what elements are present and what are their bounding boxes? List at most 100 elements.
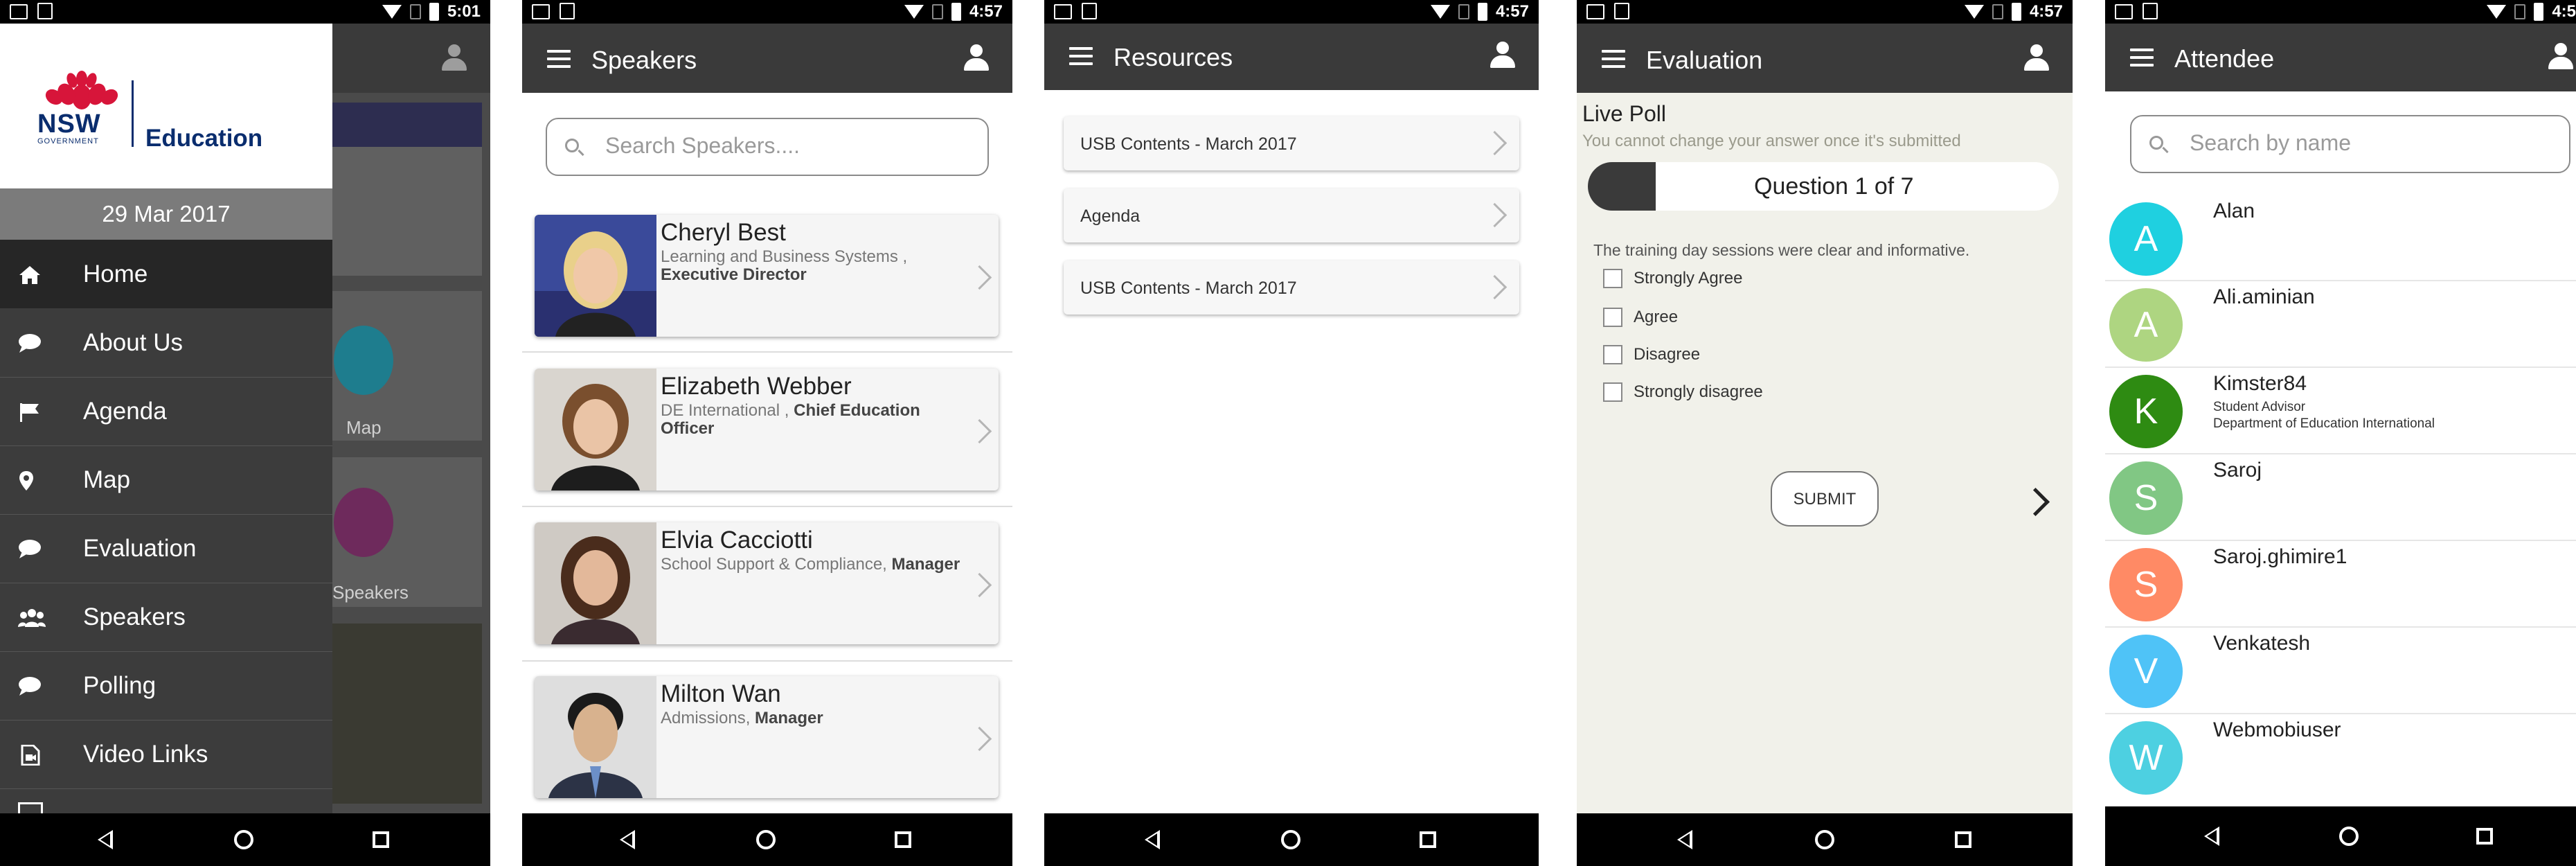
back-button[interactable] [600, 813, 655, 866]
background-tile [332, 147, 482, 276]
status-bar: 5:01 [0, 0, 490, 24]
attendee-name: Saroj.ghimire1 [2213, 545, 2347, 568]
attendee-row[interactable]: V Venkatesh [2105, 626, 2576, 712]
drawer-item-evaluation[interactable]: Evaluation [0, 514, 332, 583]
sim-notification-icon [560, 3, 575, 19]
image-notification-icon [2115, 4, 2133, 19]
profile-icon[interactable] [964, 44, 989, 72]
drawer-item-about-us[interactable]: About Us [0, 308, 332, 377]
back-button[interactable] [78, 813, 133, 866]
home-circle-icon [2339, 827, 2359, 846]
background-map-label: Map [346, 417, 382, 438]
poll-note: You cannot change your answer once it's … [1582, 132, 1961, 150]
speaker-org: Learning and Business Systems , [661, 247, 908, 266]
avatar: K [2109, 375, 2183, 448]
menu-icon[interactable] [547, 50, 571, 73]
attendee-row[interactable]: W Webmobiuser [2105, 713, 2576, 799]
question-progress-toggle: Question 1 of 7 [1588, 162, 2059, 211]
resource-item[interactable]: USB Contents - March 2017 [1064, 260, 1519, 315]
drawer-item-video-links[interactable]: Video Links [0, 720, 332, 788]
drawer-item-speakers[interactable]: Speakers [0, 583, 332, 651]
home-nav-button[interactable] [216, 813, 271, 866]
resource-item[interactable]: Agenda [1064, 188, 1519, 242]
checkbox[interactable] [1603, 382, 1622, 402]
menu-icon[interactable] [1602, 50, 1625, 73]
sim-notification-icon [1614, 3, 1629, 19]
home-nav-button[interactable] [2321, 806, 2377, 866]
answer-label: Strongly disagree [1634, 382, 1763, 401]
menu-icon[interactable] [2130, 48, 2154, 71]
recents-button[interactable] [2457, 806, 2512, 866]
no-sim-icon [1458, 4, 1469, 19]
chat-bubble-icon [19, 677, 41, 696]
speaker-photo [535, 369, 656, 491]
background-map-icon [334, 326, 393, 395]
resource-item[interactable]: USB Contents - March 2017 [1064, 116, 1519, 170]
chevron-right-icon [967, 265, 992, 290]
drawer-item-agenda[interactable]: Agenda [0, 377, 332, 445]
list-divider [522, 506, 1012, 507]
drawer-item-label: Video Links [83, 741, 208, 768]
recents-button[interactable] [1935, 813, 1991, 866]
attendee-row[interactable]: A Alan [2105, 194, 2576, 280]
back-button[interactable] [2184, 806, 2239, 866]
question-text: The training day sessions were clear and… [1593, 241, 1970, 259]
drawer-item-label: Evaluation [83, 535, 197, 562]
attendee-role: Student Advisor [2213, 400, 2306, 414]
chevron-right-icon [967, 572, 992, 598]
no-sim-icon [2514, 4, 2526, 19]
attendee-name: Webmobiuser [2213, 718, 2341, 741]
speaker-info: School Support & Compliance, Manager [661, 556, 965, 574]
background-speakers-label: Speakers [332, 582, 409, 603]
speaker-org: School Support & Compliance, [661, 555, 887, 574]
recents-button[interactable] [875, 813, 931, 866]
speaker-search-input[interactable]: Search Speakers.... [546, 118, 989, 176]
back-button[interactable] [1657, 813, 1712, 866]
drawer-item-home[interactable]: Home [0, 240, 332, 308]
menu-icon[interactable] [1069, 47, 1093, 70]
profile-icon[interactable] [1490, 42, 1515, 69]
checkbox[interactable] [1603, 269, 1622, 288]
background-photo-tile [332, 624, 482, 804]
home-nav-button[interactable] [1797, 813, 1852, 866]
speaker-card[interactable]: Elvia Cacciotti School Support & Complia… [535, 522, 999, 644]
home-nav-button[interactable] [1263, 813, 1318, 866]
logo-nsw-text: NSW [37, 109, 101, 139]
answer-label: Disagree [1634, 345, 1701, 364]
speaker-name: Cheryl Best [661, 219, 786, 246]
checkbox[interactable] [1603, 345, 1622, 364]
checkbox[interactable] [1603, 308, 1622, 327]
status-time: 4:57 [969, 2, 1003, 21]
home-circle-icon [756, 830, 776, 849]
recents-button[interactable] [1400, 813, 1456, 866]
home-circle-icon [1815, 830, 1834, 849]
next-question-arrow-icon[interactable] [2021, 487, 2050, 517]
speaker-card[interactable]: Milton Wan Admissions, Manager [535, 676, 999, 798]
attendee-search-input[interactable]: Search by name [2130, 115, 2570, 173]
answer-label: Strongly Agree [1634, 269, 1743, 288]
status-bar: 4:57 [1577, 0, 2073, 24]
speaker-card[interactable]: Cheryl Best Learning and Business System… [535, 215, 999, 337]
attendee-row[interactable]: S Saroj [2105, 453, 2576, 539]
speaker-role: Executive Director [661, 265, 807, 284]
live-poll-heading: Live Poll [1582, 101, 1666, 126]
avatar: S [2109, 548, 2183, 621]
home-nav-button[interactable] [738, 813, 794, 866]
logo-education-text: Education [145, 125, 263, 152]
attendee-row[interactable]: S Saroj.ghimire1 [2105, 540, 2576, 626]
chevron-right-icon [1482, 130, 1508, 156]
profile-icon[interactable] [2024, 44, 2049, 72]
recents-button[interactable] [353, 813, 409, 866]
status-bar: 4:57 [522, 0, 1012, 24]
attendee-name: Kimster84 [2213, 372, 2307, 395]
speaker-card[interactable]: Elizabeth Webber DE International , Chie… [535, 369, 999, 491]
attendee-row[interactable]: A Ali.aminian [2105, 280, 2576, 366]
drawer-item-polling[interactable]: Polling [0, 651, 332, 720]
attendee-row[interactable]: K Kimster84 Student Advisor Department o… [2105, 366, 2576, 452]
image-notification-icon [10, 4, 28, 19]
profile-icon[interactable] [2548, 43, 2573, 71]
drawer-item-map[interactable]: Map [0, 445, 332, 514]
back-button[interactable] [1125, 813, 1180, 866]
video-file-icon [21, 745, 40, 766]
submit-button[interactable]: SUBMIT [1771, 471, 1879, 527]
